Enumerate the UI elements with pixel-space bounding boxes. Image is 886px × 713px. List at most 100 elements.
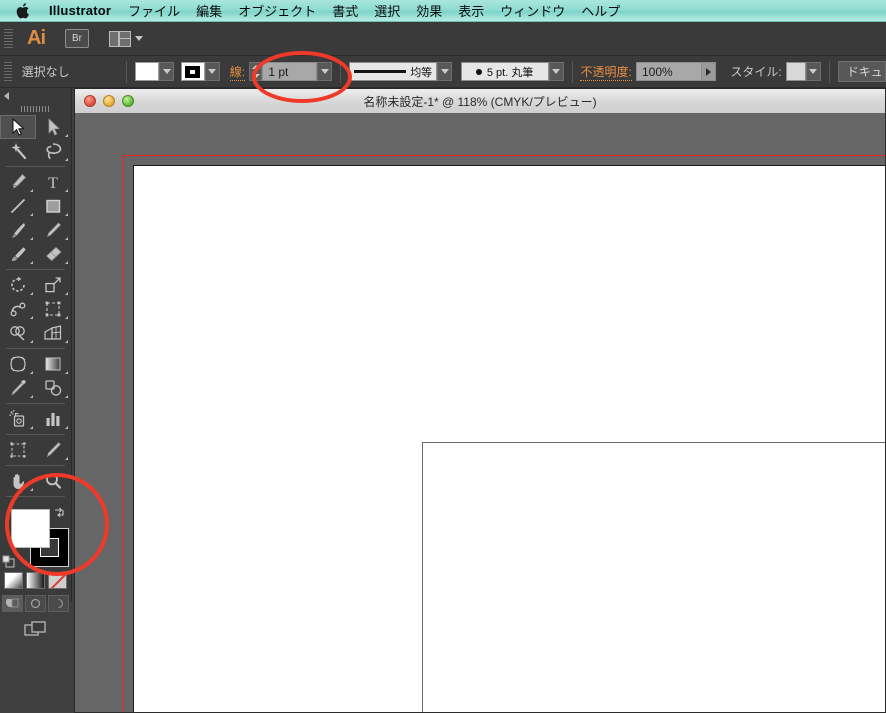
graphic-style-dropdown-button[interactable] — [805, 62, 821, 81]
stroke-swatch[interactable] — [180, 62, 205, 81]
perspective-grid-tool[interactable] — [36, 321, 72, 345]
control-bar-grip[interactable] — [4, 61, 12, 82]
arrange-documents-button[interactable] — [109, 30, 143, 47]
magic-wand-tool[interactable] — [0, 139, 36, 163]
stroke-dropdown-button[interactable] — [204, 62, 220, 81]
stepper-down-icon[interactable] — [251, 73, 260, 78]
color-mode-buttons — [0, 572, 71, 589]
fill-swatch[interactable] — [135, 62, 159, 81]
menu-item-view[interactable]: 表示 — [450, 1, 492, 20]
artboard-page[interactable] — [133, 165, 885, 712]
draw-inside-button[interactable] — [48, 595, 69, 612]
slice-tool[interactable] — [36, 438, 72, 462]
gradient-button[interactable] — [26, 572, 45, 589]
fill-color-proxy[interactable] — [11, 509, 50, 548]
tool-group-indicator — [65, 426, 68, 429]
bridge-button[interactable]: Br — [65, 29, 89, 48]
graphic-style-swatch[interactable] — [785, 62, 806, 81]
stroke-weight-dropdown-button[interactable] — [317, 62, 333, 81]
tools-panel-header[interactable] — [0, 88, 71, 105]
document-setup-button[interactable]: ドキュ — [837, 61, 886, 82]
tool-group-indicator — [29, 189, 33, 192]
artboard-tool[interactable] — [0, 438, 36, 462]
none-button[interactable] — [48, 572, 67, 589]
column-graph-tool[interactable] — [36, 407, 72, 431]
tool-group-indicator — [65, 189, 68, 192]
default-fill-stroke-icon[interactable] — [2, 555, 15, 568]
fill-dropdown-button[interactable] — [159, 62, 174, 81]
paintbrush-tool[interactable] — [0, 218, 36, 242]
selection-tool[interactable] — [0, 115, 36, 139]
application-frame: Ai Br 選択なし 線: 1 pt 均等 5 pt. 丸筆 不透明度: 100… — [0, 22, 886, 713]
swap-fill-stroke-icon[interactable] — [53, 506, 65, 518]
hand-tool[interactable] — [0, 469, 36, 493]
menu-item-help[interactable]: ヘルプ — [573, 1, 628, 20]
svg-text:T: T — [48, 175, 58, 191]
stroke-color-control[interactable] — [180, 62, 220, 81]
separator — [571, 60, 573, 83]
opacity-control[interactable]: 100% — [635, 62, 716, 81]
menu-app-name[interactable]: Illustrator — [40, 3, 120, 18]
graphic-style-control[interactable] — [785, 62, 821, 81]
width-tool[interactable] — [0, 297, 36, 321]
menu-item-type[interactable]: 書式 — [324, 1, 366, 20]
draw-normal-button[interactable] — [2, 595, 23, 612]
menu-item-window[interactable]: ウィンドウ — [492, 1, 573, 20]
menu-item-select[interactable]: 選択 — [366, 1, 408, 20]
brush-preview[interactable]: 5 pt. 丸筆 — [460, 62, 549, 81]
direct-selection-tool[interactable] — [36, 115, 72, 139]
tool-group-indicator — [29, 371, 33, 374]
stroke-profile-dropdown-button[interactable] — [437, 62, 453, 81]
brush-dropdown-button[interactable] — [548, 62, 564, 81]
fill-color-control[interactable] — [135, 62, 174, 81]
stroke-weight-label[interactable]: 線: — [229, 63, 246, 81]
tools-panel-grip[interactable] — [20, 106, 51, 112]
menu-item-effect[interactable]: 効果 — [408, 1, 450, 20]
scale-tool[interactable] — [36, 273, 72, 297]
opacity-label[interactable]: 不透明度: — [580, 63, 632, 81]
collapse-panel-icon[interactable] — [4, 92, 9, 100]
pen-tool[interactable] — [0, 170, 36, 194]
mesh-tool[interactable] — [0, 352, 36, 376]
menu-item-file[interactable]: ファイル — [120, 1, 188, 20]
apple-logo-icon[interactable] — [10, 2, 36, 19]
opacity-popup-button[interactable] — [701, 62, 716, 81]
gradient-tool[interactable] — [36, 352, 72, 376]
separator — [828, 60, 830, 83]
color-button[interactable] — [4, 572, 23, 589]
symbol-sprayer-tool[interactable] — [0, 407, 36, 431]
menu-item-object[interactable]: オブジェクト — [230, 1, 324, 20]
screen-mode-button[interactable] — [0, 620, 71, 640]
drawn-rectangle[interactable] — [422, 442, 885, 712]
blend-tool[interactable] — [36, 376, 72, 400]
rectangle-tool[interactable] — [36, 194, 72, 218]
shape-builder-tool[interactable] — [0, 321, 36, 345]
menu-item-edit[interactable]: 編集 — [188, 1, 230, 20]
pencil-tool[interactable] — [36, 218, 72, 242]
stroke-weight-stepper[interactable] — [249, 62, 263, 81]
document-titlebar[interactable]: 名称未設定-1* @ 118% (CMYK/プレビュー) — [75, 89, 885, 114]
stroke-weight-input[interactable]: 1 pt — [262, 62, 318, 81]
eraser-tool[interactable] — [36, 242, 72, 266]
style-label: スタイル: — [730, 65, 782, 79]
rotate-tool[interactable] — [0, 273, 36, 297]
app-bar-grip[interactable] — [4, 28, 13, 49]
document-window: 名称未設定-1* @ 118% (CMYK/プレビュー) — [74, 88, 886, 713]
stepper-up-icon[interactable] — [251, 65, 260, 70]
opacity-input[interactable]: 100% — [635, 62, 702, 81]
eyedropper-tool[interactable] — [0, 376, 36, 400]
stroke-profile-preview[interactable]: 均等 — [349, 62, 438, 81]
stroke-weight-control[interactable]: 1 pt — [249, 62, 333, 81]
tool-group-indicator — [29, 426, 33, 429]
blob-brush-tool[interactable] — [0, 242, 36, 266]
line-segment-tool[interactable] — [0, 194, 36, 218]
zoom-tool[interactable] — [36, 469, 72, 493]
type-tool[interactable]: T — [36, 170, 72, 194]
free-transform-tool[interactable] — [36, 297, 72, 321]
draw-behind-button[interactable] — [25, 595, 46, 612]
brush-definition-control[interactable]: 5 pt. 丸筆 — [460, 62, 564, 81]
lasso-tool[interactable] — [36, 139, 72, 163]
stroke-profile-control[interactable]: 均等 — [349, 62, 453, 81]
canvas-area[interactable] — [75, 113, 885, 712]
tool-group-indicator — [65, 158, 68, 161]
